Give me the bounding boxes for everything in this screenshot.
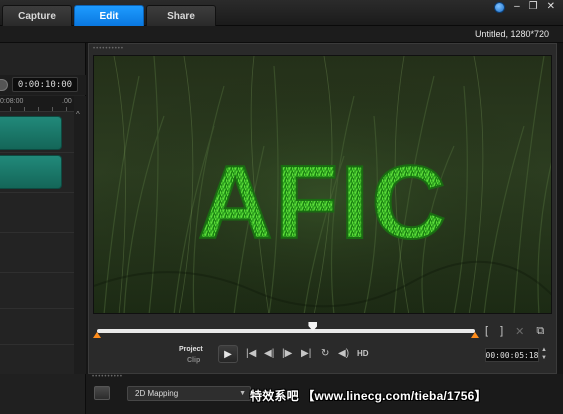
repeat-icon[interactable]: ↻: [321, 347, 329, 361]
previous-frame-icon[interactable]: |◀: [246, 347, 256, 361]
ruler-tick: [66, 107, 67, 111]
mode-tab-bar: Capture Edit Share – ❐ ✕: [0, 0, 563, 26]
preview-panel: •••••••••• AFIC [] ✕ ⧉ Project Clip ▶ |…: [88, 43, 557, 374]
panel-grip[interactable]: ••••••••••: [93, 46, 124, 52]
mapping-tool-icon[interactable]: [94, 386, 110, 400]
bottom-left-area: [0, 374, 86, 414]
grass-title-text: AFIC: [198, 145, 449, 261]
tab-capture[interactable]: Capture: [2, 5, 72, 26]
project-info: Untitled, 1280*720: [474, 29, 549, 39]
ruler-label: .00: [62, 98, 72, 105]
window-controls: – ❐ ✕: [494, 1, 555, 13]
ruler-label: 0:08:00: [0, 98, 24, 105]
bottom-panel: •••••••••• 2D Mapping ▼ 特效系吧 【www.linecg…: [0, 374, 563, 414]
track-row[interactable]: [0, 113, 74, 153]
preview-timecode[interactable]: 00:00:05:18: [485, 348, 539, 362]
track-row[interactable]: [0, 233, 74, 273]
panel-grip[interactable]: ••••••••••: [92, 374, 123, 380]
ruler-tick: [38, 107, 39, 111]
video-clip[interactable]: [0, 155, 62, 189]
ruler-tick: [24, 107, 25, 111]
scrub-track[interactable]: [97, 329, 475, 333]
track-row[interactable]: [0, 273, 74, 309]
ruler-tick: [52, 107, 53, 111]
timeline-ruler[interactable]: 0:08:00 .00: [0, 96, 74, 112]
grass-scene: AFIC: [94, 56, 551, 313]
mark-in-icon[interactable]: [: [485, 325, 488, 338]
scrub-bar[interactable]: [93, 322, 479, 340]
tab-share[interactable]: Share: [146, 5, 216, 26]
mark-in-marker[interactable]: [93, 332, 101, 338]
track-row[interactable]: [0, 193, 74, 233]
duration-icon[interactable]: [0, 79, 8, 91]
globe-icon[interactable]: [494, 1, 506, 13]
clip-mode-label[interactable]: Clip: [187, 357, 200, 364]
timeline-scrollbar[interactable]: ^: [74, 96, 86, 374]
step-forward-icon[interactable]: |▶: [282, 347, 292, 361]
minimize-button[interactable]: –: [514, 1, 520, 13]
track-row[interactable]: [0, 153, 74, 193]
step-back-icon[interactable]: ◀|: [264, 347, 274, 361]
ruler-tick: [10, 107, 11, 111]
playback-controls: Project Clip ▶ |◀ ◀| |▶ ▶| ↻ ◀) HD: [179, 342, 479, 368]
video-preview[interactable]: AFIC: [93, 55, 552, 314]
mapping-mode-value: 2D Mapping: [135, 389, 179, 398]
next-frame-icon[interactable]: ▶|: [301, 347, 311, 361]
watermark-text: 特效系吧 【www.linecg.com/tieba/1756】: [250, 389, 487, 403]
hd-preview-toggle[interactable]: HD: [357, 349, 369, 358]
mapping-mode-select[interactable]: 2D Mapping ▼: [127, 386, 251, 401]
close-button[interactable]: ✕: [547, 1, 555, 13]
scroll-up-icon[interactable]: ^: [76, 110, 80, 119]
timeline-toolbar: 0:00:10:00: [0, 75, 86, 95]
timeline-timecode[interactable]: 0:00:10:00: [12, 77, 78, 92]
timecode-spinner[interactable]: ▲ ▼: [541, 346, 547, 362]
timeline-panel: 0:00:10:00 0:08:00 .00 ^: [0, 43, 86, 374]
project-status-bar: Untitled, 1280*720: [0, 26, 563, 43]
volume-icon[interactable]: ◀): [338, 347, 349, 361]
restore-button[interactable]: ❐: [529, 1, 538, 13]
track-row[interactable]: [0, 309, 74, 345]
mark-out-marker[interactable]: [471, 332, 479, 338]
chevron-down-icon: ▼: [239, 390, 246, 397]
play-icon: ▶: [224, 348, 232, 360]
tab-edit[interactable]: Edit: [74, 5, 144, 26]
play-button[interactable]: ▶: [218, 345, 238, 363]
project-mode-label[interactable]: Project: [179, 346, 203, 353]
mark-tools: [ ] ✕ ⧉: [485, 325, 544, 338]
snapshot-icon[interactable]: ⧉: [536, 325, 544, 338]
mark-out-icon[interactable]: ]: [500, 325, 503, 338]
video-clip[interactable]: [0, 116, 62, 150]
delete-marks-icon[interactable]: ✕: [515, 325, 524, 338]
